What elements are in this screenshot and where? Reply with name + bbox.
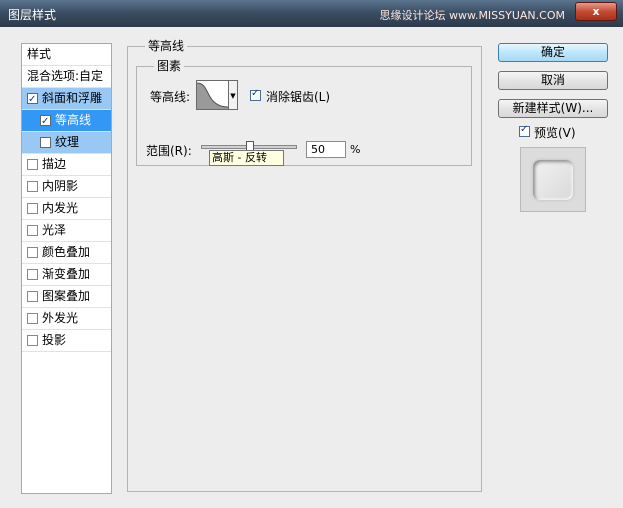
style-item-label: 渐变叠加: [42, 267, 91, 281]
style-item-label: 斜面和浮雕: [42, 91, 103, 105]
contour-label: 等高线:: [150, 90, 191, 104]
style-item-checkbox[interactable]: [27, 247, 38, 258]
dialog-content: 样式 混合选项:自定斜面和浮雕等高线纹理描边内阴影内发光光泽颜色叠加渐变叠加图案…: [0, 27, 623, 508]
contour-picker[interactable]: [196, 80, 229, 110]
style-item-color-overlay[interactable]: 颜色叠加: [22, 242, 111, 264]
style-item-label: 内阴影: [42, 179, 79, 193]
cancel-button[interactable]: 取消: [498, 71, 608, 90]
style-item-label: 混合选项:自定: [27, 69, 104, 83]
style-item-satin[interactable]: 光泽: [22, 220, 111, 242]
style-item-checkbox[interactable]: [27, 159, 38, 170]
style-item-outer-glow[interactable]: 外发光: [22, 308, 111, 330]
style-item-contour[interactable]: 等高线: [22, 110, 111, 132]
style-item-stroke[interactable]: 描边: [22, 154, 111, 176]
contour-group-title: 等高线: [145, 37, 188, 54]
ok-button[interactable]: 确定: [498, 43, 608, 62]
style-item-checkbox[interactable]: [27, 335, 38, 346]
preview-checkbox[interactable]: [519, 124, 530, 137]
style-item-checkbox[interactable]: [27, 269, 38, 280]
style-item-label: 光泽: [42, 223, 67, 237]
style-item-texture[interactable]: 纹理: [22, 132, 111, 154]
style-item-label: 图案叠加: [42, 289, 91, 303]
style-preview: [520, 147, 586, 212]
style-list: 样式 混合选项:自定斜面和浮雕等高线纹理描边内阴影内发光光泽颜色叠加渐变叠加图案…: [21, 43, 112, 494]
elements-group-title: 图素: [154, 57, 185, 74]
style-item-drop-shadow[interactable]: 投影: [22, 330, 111, 352]
style-item-checkbox[interactable]: [27, 225, 38, 236]
style-item-label: 外发光: [42, 311, 79, 325]
preview-swatch: [533, 160, 573, 200]
preview-label: 预览(V): [534, 126, 576, 140]
style-item-checkbox[interactable]: [27, 291, 38, 302]
layer-style-dialog: 图层样式 思缘设计论坛 www.MISSYUAN.COM x 样式 混合选项:自…: [0, 0, 623, 508]
antialias-label: 消除锯齿(L): [266, 90, 331, 104]
style-item-checkbox[interactable]: [27, 90, 38, 110]
style-item-label: 纹理: [55, 135, 80, 149]
style-item-checkbox[interactable]: [40, 112, 51, 132]
close-icon: x: [592, 5, 600, 18]
style-item-label: 等高线: [55, 113, 92, 127]
range-unit: %: [350, 143, 361, 156]
style-item-checkbox[interactable]: [40, 137, 51, 148]
new-style-button[interactable]: 新建样式(W)...: [498, 99, 608, 118]
style-item-checkbox[interactable]: [27, 313, 38, 324]
contour-tooltip: 高斯 - 反转: [209, 150, 284, 166]
style-item-checkbox[interactable]: [27, 203, 38, 214]
style-item-label: 投影: [42, 333, 67, 347]
style-list-header-label: 样式: [27, 47, 52, 61]
style-item-label: 内发光: [42, 201, 79, 215]
style-list-header: 样式: [22, 44, 111, 66]
watermark-text: 思缘设计论坛 www.MISSYUAN.COM: [379, 9, 565, 22]
close-button[interactable]: x: [575, 2, 617, 21]
style-item-checkbox[interactable]: [27, 181, 38, 192]
style-item-label: 描边: [42, 157, 67, 171]
title-bar[interactable]: 图层样式 思缘设计论坛 www.MISSYUAN.COM x: [0, 0, 623, 27]
antialias-checkbox[interactable]: [250, 88, 261, 101]
chevron-down-icon: ▼: [230, 92, 236, 100]
contour-dropdown-button[interactable]: ▼: [229, 80, 238, 110]
style-item-blending-options[interactable]: 混合选项:自定: [22, 66, 111, 88]
style-item-pattern-overlay[interactable]: 图案叠加: [22, 286, 111, 308]
range-input[interactable]: 50: [306, 141, 346, 158]
contour-curve-icon: [197, 82, 228, 109]
style-item-bevel-emboss[interactable]: 斜面和浮雕: [22, 88, 111, 110]
style-item-inner-glow[interactable]: 内发光: [22, 198, 111, 220]
style-item-gradient-overlay[interactable]: 渐变叠加: [22, 264, 111, 286]
range-label: 范围(R):: [146, 144, 192, 158]
style-item-inner-shadow[interactable]: 内阴影: [22, 176, 111, 198]
window-title: 图层样式: [8, 8, 57, 22]
style-item-label: 颜色叠加: [42, 245, 91, 259]
